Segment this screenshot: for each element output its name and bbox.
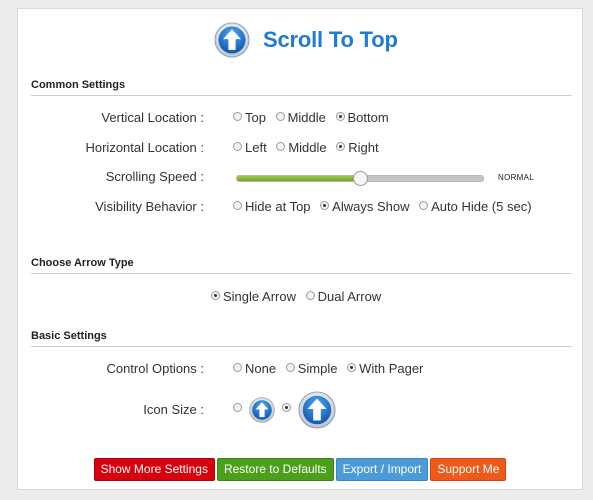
vertical-option-top[interactable]: Top xyxy=(233,110,266,125)
speed-value-label: NORMAL xyxy=(498,173,535,182)
horizontal-option-right[interactable]: Right xyxy=(336,140,379,155)
section-title-arrow-type: Choose Arrow Type xyxy=(31,257,134,269)
vertical-location-label: Vertical Location : xyxy=(101,110,204,125)
horizontal-option-left[interactable]: Left xyxy=(233,140,267,155)
section-title-common: Common Settings xyxy=(31,79,126,91)
page-title: Scroll To Top xyxy=(263,27,398,52)
control-option-simple[interactable]: Simple xyxy=(285,361,337,376)
radio-button-selected[interactable] xyxy=(347,363,357,372)
section-divider xyxy=(31,95,572,96)
visibility-options: Hide at Top Always Show Auto Hide (5 sec… xyxy=(233,199,538,214)
control-option-none[interactable]: None xyxy=(233,361,276,376)
section-divider xyxy=(31,346,572,347)
horizontal-option-middle[interactable]: Middle xyxy=(276,140,327,155)
radio-button[interactable] xyxy=(275,112,285,121)
radio-button[interactable] xyxy=(233,142,242,151)
settings-panel: Scroll To Top Common Settings Vertical L… xyxy=(17,8,583,490)
radio-button-selected[interactable] xyxy=(282,403,292,413)
vertical-option-middle[interactable]: Middle xyxy=(275,110,326,125)
radio-button[interactable] xyxy=(233,201,242,210)
section-divider xyxy=(31,273,572,274)
horizontal-location-options: Left Middle Right xyxy=(233,140,385,155)
horizontal-location-label: Horizontal Location : xyxy=(85,140,204,155)
export-import-button[interactable]: Export / Import xyxy=(335,458,429,481)
restore-defaults-button[interactable]: Restore to Defaults xyxy=(216,458,334,481)
radio-button-selected[interactable] xyxy=(320,201,330,210)
visibility-option-hide-at-top[interactable]: Hide at Top xyxy=(233,199,311,214)
scrolling-speed-row: NORMAL xyxy=(18,170,582,186)
show-more-settings-button[interactable]: Show More Settings xyxy=(93,458,215,481)
icon-size-large[interactable] xyxy=(282,391,336,429)
vertical-location-options: Top Middle Bottom xyxy=(233,110,395,125)
small-arrow-icon[interactable] xyxy=(249,397,275,423)
support-me-button[interactable]: Support Me xyxy=(430,458,507,481)
icon-size-small[interactable] xyxy=(233,397,275,423)
speed-slider-handle[interactable] xyxy=(353,171,368,186)
action-buttons: Show More Settings Restore to Defaults E… xyxy=(18,458,582,481)
visibility-option-auto-hide[interactable]: Auto Hide (5 sec) xyxy=(419,199,532,214)
control-options: None Simple With Pager xyxy=(233,361,429,376)
large-arrow-icon[interactable] xyxy=(298,391,336,429)
speed-slider[interactable] xyxy=(236,171,484,186)
radio-button[interactable] xyxy=(276,142,286,151)
arrow-type-options: Single Arrow Dual Arrow xyxy=(211,289,387,304)
radio-button[interactable] xyxy=(285,363,295,372)
arrow-type-single[interactable]: Single Arrow xyxy=(211,289,296,304)
radio-button[interactable] xyxy=(233,403,242,413)
arrow-up-circle-icon xyxy=(214,22,250,58)
arrow-type-dual[interactable]: Dual Arrow xyxy=(305,289,381,304)
radio-button[interactable] xyxy=(305,291,315,300)
radio-button[interactable] xyxy=(419,201,429,210)
vertical-option-bottom[interactable]: Bottom xyxy=(335,110,389,125)
radio-button[interactable] xyxy=(233,363,242,372)
visibility-option-always-show[interactable]: Always Show xyxy=(320,199,409,214)
radio-button-selected[interactable] xyxy=(336,142,346,151)
header: Scroll To Top xyxy=(18,19,582,69)
section-title-basic: Basic Settings xyxy=(31,330,107,342)
radio-button-selected[interactable] xyxy=(211,291,220,300)
speed-slider-fill xyxy=(237,176,360,181)
control-option-with-pager[interactable]: With Pager xyxy=(347,361,423,376)
icon-size-label: Icon Size : xyxy=(143,402,204,417)
visibility-behavior-label: Visibility Behavior : xyxy=(95,199,204,214)
control-options-label: Control Options : xyxy=(106,361,204,376)
radio-button-selected[interactable] xyxy=(335,112,345,121)
radio-button[interactable] xyxy=(233,112,242,121)
icon-size-options xyxy=(233,391,342,429)
